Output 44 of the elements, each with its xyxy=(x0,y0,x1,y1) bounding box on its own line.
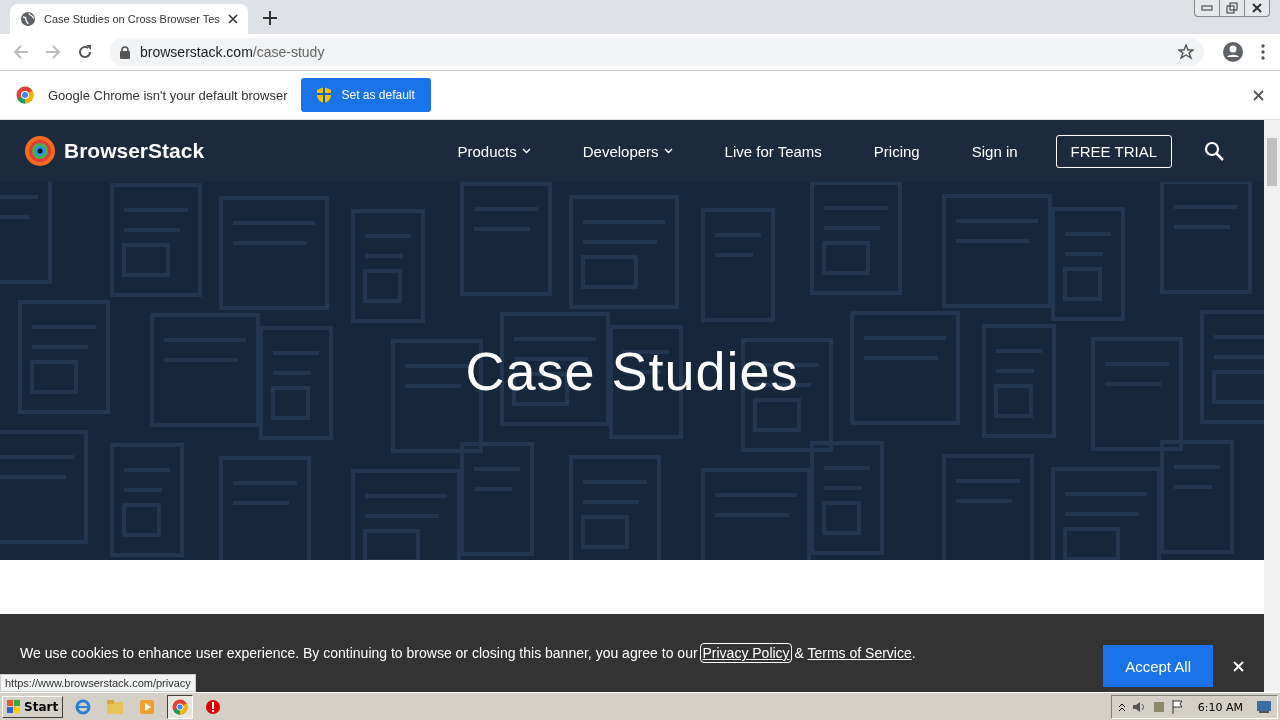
flag-icon[interactable] xyxy=(1171,700,1184,714)
set-default-button[interactable]: Set as default xyxy=(301,78,431,112)
star-icon[interactable] xyxy=(1178,44,1194,60)
free-trial-button[interactable]: FREE TRIAL xyxy=(1055,134,1172,168)
show-desktop-icon[interactable] xyxy=(1257,701,1271,713)
globe-icon xyxy=(20,11,36,27)
nav-menu[interactable]: Developers xyxy=(556,142,699,160)
clock[interactable]: 6:10 AM xyxy=(1197,700,1243,714)
restore-icon[interactable] xyxy=(1226,2,1238,14)
terms-link[interactable]: Terms of Service xyxy=(807,645,912,661)
plus-icon xyxy=(263,11,277,25)
logo-text[interactable]: BrowserStack xyxy=(64,139,205,163)
close-icon[interactable] xyxy=(228,14,238,24)
caret-icon xyxy=(521,148,531,154)
minimize-icon[interactable] xyxy=(1201,5,1213,11)
chrome-logo-icon xyxy=(16,86,34,104)
cookie-notice: We use cookies to enhance user experience. By continuing to browse or closing this banner, you agree to our Privacy Policy & Terms of Service. xyxy=(20,645,917,661)
privacy-link[interactable]: Privacy Policy xyxy=(701,644,791,662)
close-icon[interactable] xyxy=(1253,89,1264,101)
windows-flag-icon xyxy=(7,700,21,714)
nav-menu[interactable]: Products xyxy=(431,142,557,160)
reload-icon[interactable] xyxy=(77,44,93,60)
scrollbar[interactable] xyxy=(1264,120,1280,692)
nav-link[interactable]: Sign in xyxy=(945,142,1044,160)
nav-link[interactable]: Pricing xyxy=(847,142,946,160)
lock-icon xyxy=(120,45,130,59)
start-button[interactable]: Start xyxy=(2,696,64,718)
caret-icon xyxy=(663,148,673,154)
address-bar[interactable]: browserstack.com/case-study xyxy=(110,38,1204,66)
hero-title: Case Studies xyxy=(465,340,799,402)
close-icon[interactable] xyxy=(1251,3,1263,13)
speaker-icon[interactable] xyxy=(1131,700,1146,714)
accept-button[interactable]: Accept All xyxy=(1103,645,1213,687)
chevron-up-icon[interactable] xyxy=(1117,702,1126,712)
search-icon[interactable] xyxy=(1204,141,1224,161)
browser-tab[interactable]: Case Studies on Cross Browser Tes xyxy=(10,4,248,34)
account-icon[interactable] xyxy=(1222,41,1244,63)
status-url: https://www.browserstack.com/privacy xyxy=(0,674,196,692)
chrome-taskbar-icon[interactable] xyxy=(167,695,194,719)
shield-icon xyxy=(317,87,332,103)
logo-icon xyxy=(24,135,56,167)
menu-icon[interactable] xyxy=(1260,44,1266,60)
nav-link[interactable]: Live for Teams xyxy=(698,142,848,160)
infobar-message: Google Chrome isn't your default browser xyxy=(48,87,288,103)
